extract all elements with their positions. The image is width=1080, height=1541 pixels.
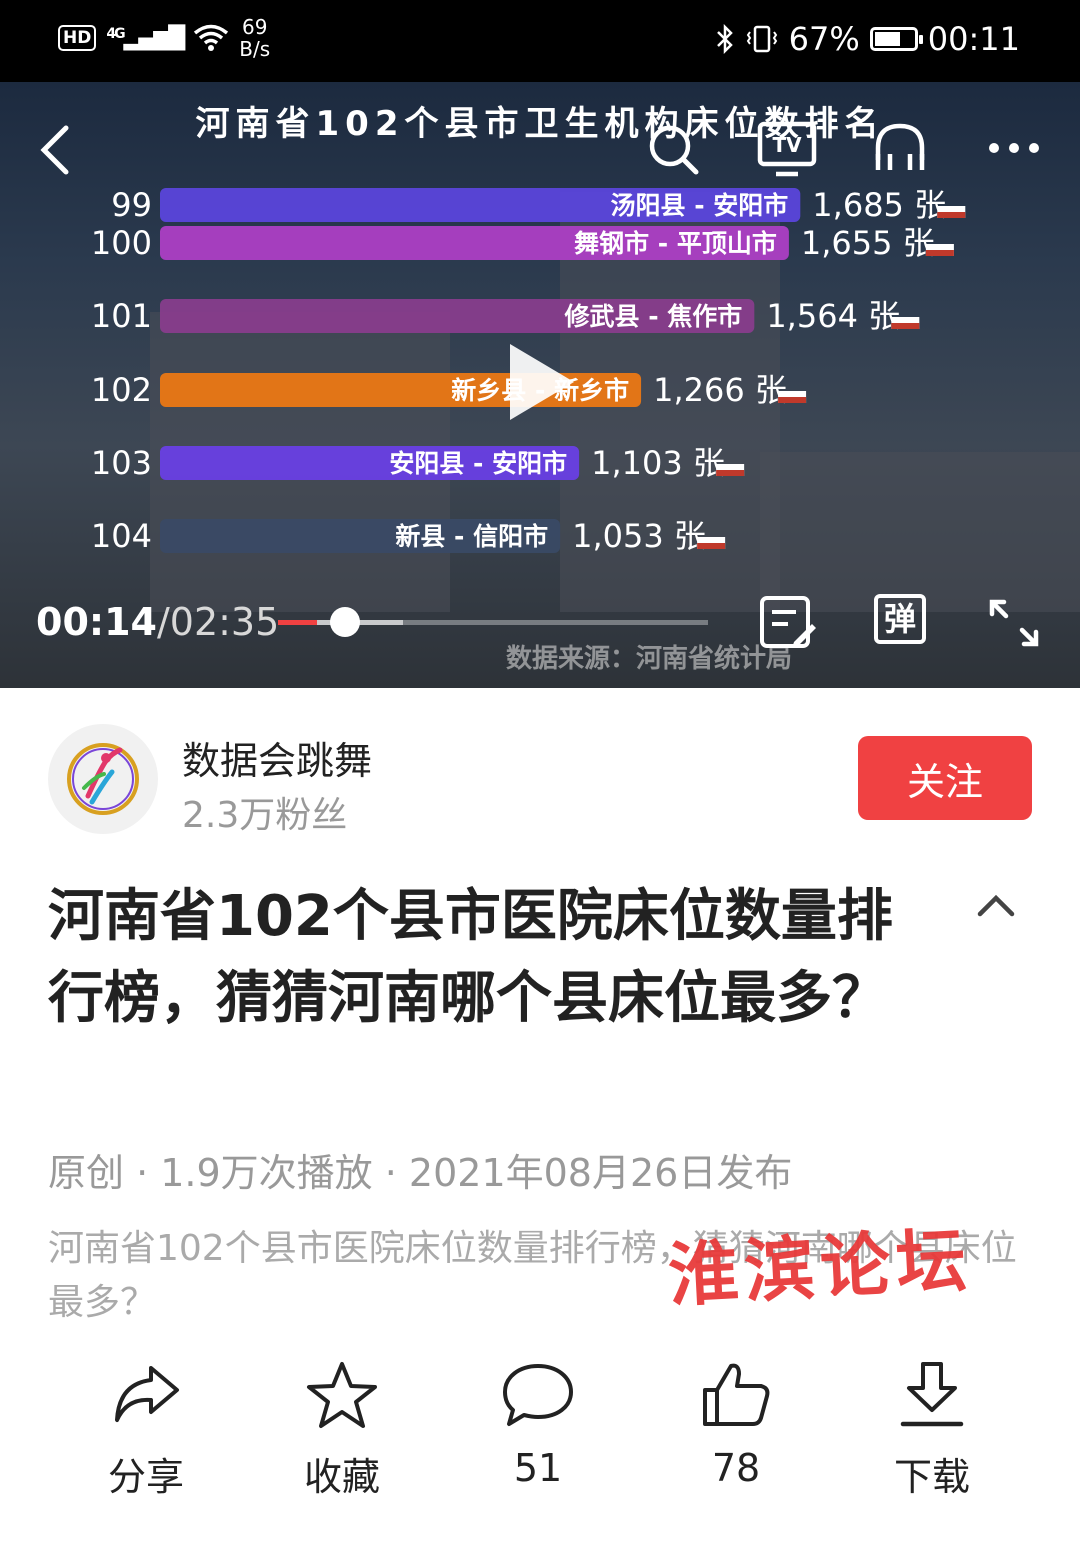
hd-badge: HD: [58, 25, 97, 51]
status-left: HD 4G▂▄▆█ 69 B/s: [58, 16, 270, 60]
like-button[interactable]: 78: [656, 1360, 816, 1490]
author-row: 数据会跳舞 2.3万粉丝 关注: [48, 724, 1032, 836]
video-title: 河南省102个县市医院床位数量排行榜，猜猜河南哪个县床位最多？: [48, 884, 893, 1031]
clock: 00:11: [927, 20, 1020, 58]
favorite-button[interactable]: 收藏: [262, 1360, 422, 1501]
chart-rank-label: 103: [91, 444, 152, 482]
bed-icon-blanket: [891, 323, 920, 329]
chart-value-label: 1,564 张: [766, 297, 900, 335]
search-icon[interactable]: [646, 122, 702, 178]
follow-button[interactable]: 关注: [858, 736, 1032, 820]
progress-bar[interactable]: [278, 607, 708, 637]
danmaku-label: 弹: [883, 600, 916, 638]
action-bar: 分享 收藏 51 78 下载: [0, 1360, 1080, 1510]
share-label: 分享: [107, 1455, 184, 1499]
cellular-signal-icon: 4G▂▄▆█: [106, 25, 185, 51]
star-icon: [307, 1362, 377, 1428]
battery-icon: [869, 27, 923, 51]
chart-bar-label: 新县 - 信阳市: [395, 522, 548, 551]
avatar[interactable]: [48, 724, 158, 834]
chart-bar-label: 修武县 - 焦作市: [564, 302, 743, 331]
chart-value-label: 1,053 张: [572, 517, 706, 555]
progress-handle[interactable]: [329, 607, 360, 637]
wifi-icon: [194, 24, 229, 51]
playback-time: 00:14/02:35: [36, 600, 279, 644]
download-label: 下载: [893, 1455, 970, 1499]
author-fans: 2.3万粉丝: [182, 795, 348, 836]
bed-icon-blanket: [937, 212, 966, 218]
tv-cast-icon[interactable]: TV: [756, 118, 818, 178]
data-source: 数据来源：河南省统计局: [506, 644, 793, 674]
bed-icon-blanket: [778, 397, 807, 403]
headphones-icon[interactable]: [872, 120, 928, 176]
played-bar: [278, 620, 317, 625]
chart-rank-label: 102: [91, 371, 152, 409]
vibrate-icon: [746, 25, 777, 53]
chevron-up-icon[interactable]: [974, 890, 1018, 920]
chart-bar-label: 汤阳县 - 安阳市: [611, 191, 789, 220]
net-speed-unit: B/s: [239, 37, 271, 61]
video-player[interactable]: 河南省102个县市卫生机构床位数排名 99 汤阳县 - 安阳市 1,685 张 100…: [0, 82, 1080, 688]
video-meta: 原创 · 1.9万次播放 · 2021年08月26日发布: [48, 1151, 793, 1195]
network-type: 4G: [106, 25, 125, 42]
back-icon[interactable]: [36, 122, 76, 178]
chart-rank-label: 99: [111, 186, 152, 224]
more-icon[interactable]: [986, 138, 1042, 158]
chart-rank-label: 104: [91, 517, 152, 555]
chart-rank-label: 100: [91, 224, 152, 262]
download-button[interactable]: 下载: [852, 1360, 1012, 1501]
chart-value-label: 1,655 张: [801, 224, 935, 262]
favorite-label: 收藏: [303, 1455, 380, 1499]
chart-bar-label: 安阳县 - 安阳市: [389, 449, 567, 478]
battery-percent: 67%: [788, 20, 860, 58]
share-icon: [115, 1366, 179, 1422]
comment-count: 51: [513, 1446, 563, 1490]
status-right: 67% 00:11: [715, 20, 1020, 58]
comment-icon: [503, 1364, 573, 1426]
thumbs-up-icon: [703, 1363, 770, 1426]
chart-bar-label: 舞钢市 - 平顶山市: [574, 229, 777, 258]
comment-button[interactable]: 51: [458, 1360, 618, 1490]
danmaku-icon[interactable]: 弹: [874, 594, 926, 644]
bed-icon-blanket: [716, 470, 745, 476]
edit-note-icon[interactable]: [758, 594, 818, 652]
bed-icon-blanket: [925, 250, 954, 256]
play-icon[interactable]: [510, 344, 574, 420]
chart-value-label: 1,103 张: [591, 444, 725, 482]
watermark: 淮滨论坛: [666, 1218, 975, 1317]
bluetooth-icon: [716, 24, 733, 54]
like-count: 78: [711, 1446, 761, 1490]
chart-value-label: 1,685 张: [812, 186, 946, 224]
download-icon: [900, 1362, 964, 1427]
fullscreen-icon[interactable]: [988, 598, 1040, 648]
status-bar: HD 4G▂▄▆█ 69 B/s 67% 00:11: [0, 0, 1080, 82]
dancer-logo-icon: [67, 743, 139, 815]
author-name[interactable]: 数据会跳舞: [182, 730, 372, 785]
net-speed-value: 69: [241, 15, 268, 39]
svg-text:TV: TV: [772, 133, 802, 157]
chart-rank-label: 101: [91, 297, 152, 335]
total-time: /02:35: [156, 600, 280, 644]
bed-icon-blanket: [697, 543, 726, 549]
net-speed: 69 B/s: [239, 16, 270, 60]
chart-value-label: 1,266 张: [653, 371, 787, 409]
share-button[interactable]: 分享: [66, 1360, 226, 1501]
current-time: 00:14: [36, 600, 157, 644]
